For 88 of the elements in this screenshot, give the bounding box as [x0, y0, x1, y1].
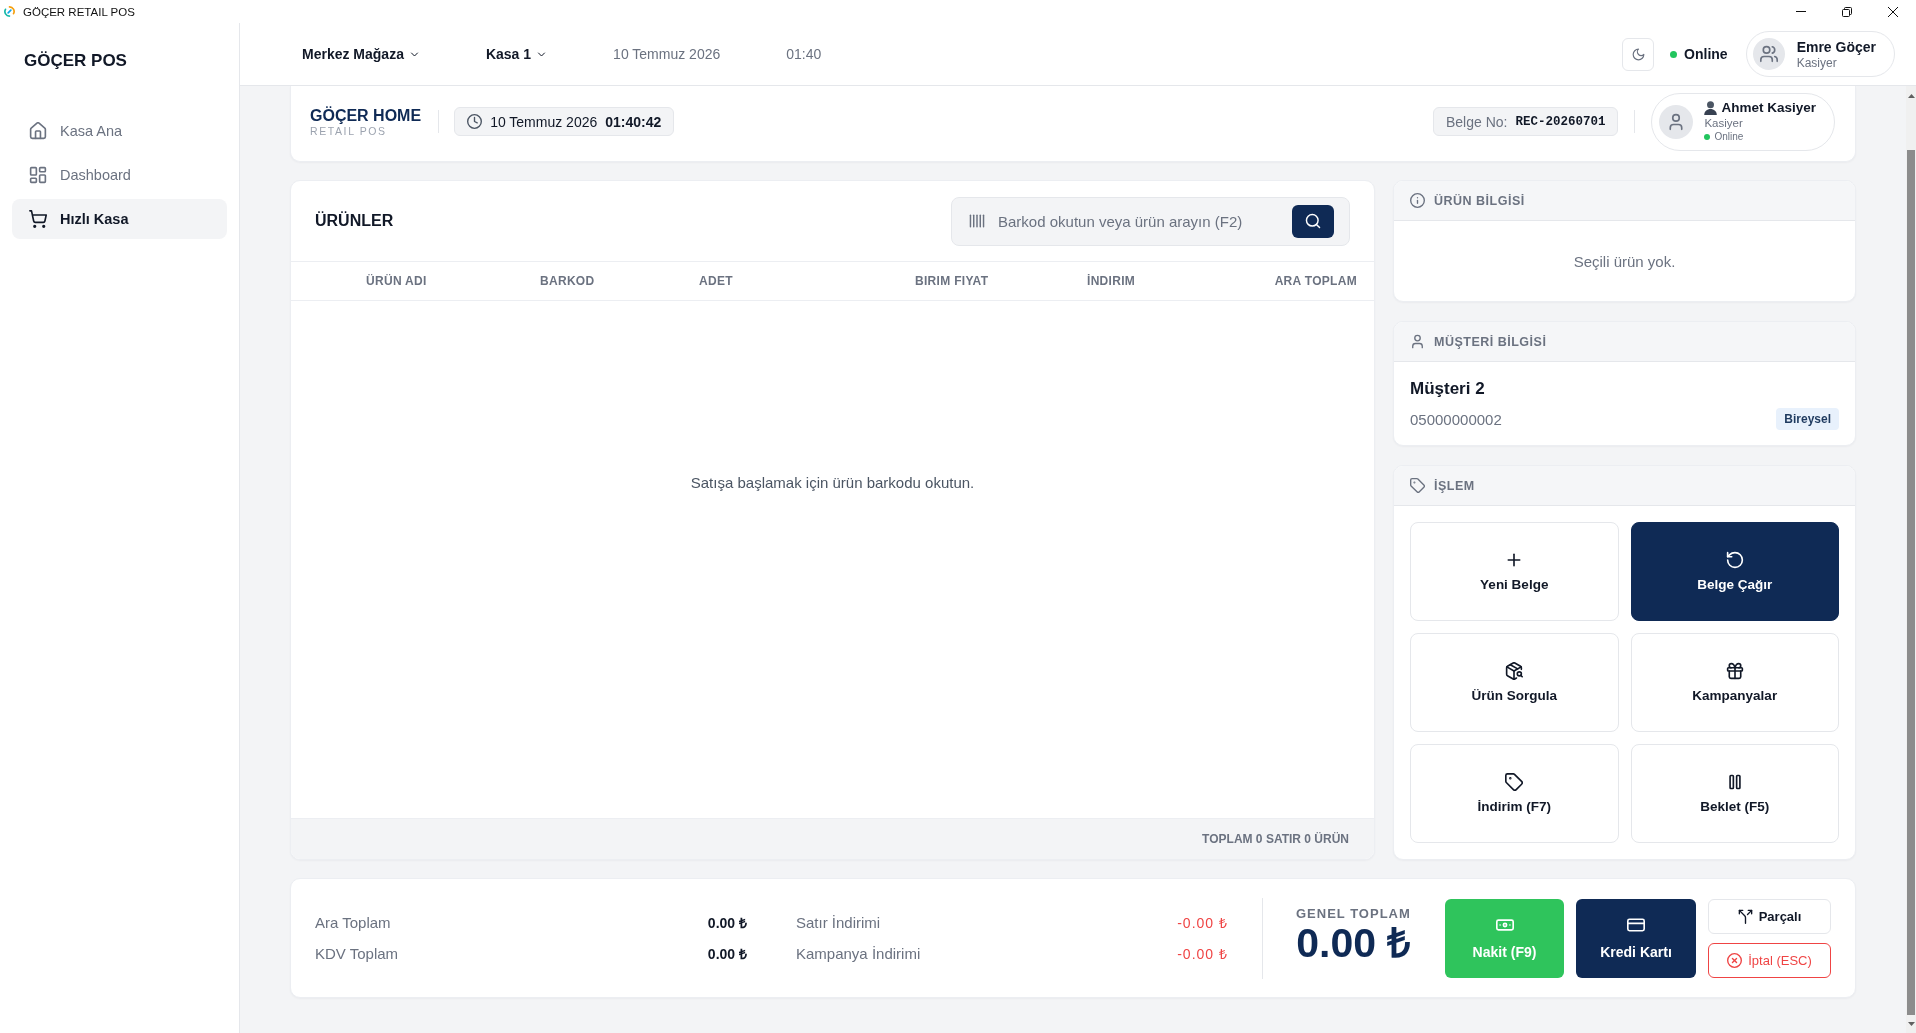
total-value: 0.00 ₺: [707, 914, 747, 932]
register-dropdown[interactable]: Kasa 1: [485, 46, 548, 62]
action-button[interactable]: Yeni Belge: [1410, 522, 1619, 621]
total-value: -0.00 ₺: [1177, 914, 1228, 932]
scroll-up-icon: [1907, 94, 1915, 98]
customer-phone: 05000000002: [1410, 410, 1502, 428]
header-date: 10 Temmuz 2026: [613, 46, 721, 62]
customer-name: Müşteri 2: [1410, 379, 1485, 399]
nav-item[interactable]: Hızlı Kasa: [12, 199, 227, 239]
cart-icon: [29, 210, 47, 228]
total-label: KDV Toplam: [315, 945, 399, 962]
search-box[interactable]: Barkod okutun veya ürün arayın (F2): [951, 196, 1350, 246]
total-label: Satır İndirimi: [796, 914, 881, 931]
x-circle-icon: [1727, 952, 1743, 968]
document-number: REC-20260701: [1515, 114, 1606, 129]
clock-icon: [467, 114, 483, 129]
nav-item[interactable]: Dashboard: [12, 155, 227, 195]
store-subtitle: RETAIL POS: [310, 124, 388, 138]
dashboard-icon: [29, 166, 47, 184]
store-name: GÖÇER HOME: [310, 105, 422, 125]
window-title: GÖÇER RETAIL POS: [23, 5, 135, 18]
grand-total-value: 0.00 ₺: [1296, 922, 1411, 964]
column-header: ADET: [699, 274, 733, 288]
app-logo-icon: [4, 6, 15, 17]
home-icon: [29, 122, 47, 140]
panel-title: ÜRÜN BİLGİSİ: [1434, 193, 1525, 208]
action-button[interactable]: İndirim (F7): [1410, 744, 1619, 843]
users-avatar-icon: [1752, 38, 1785, 70]
column-header: İNDIRIM: [1087, 274, 1136, 288]
restore-icon: [1842, 6, 1852, 17]
theme-toggle-button[interactable]: [1622, 37, 1655, 71]
credit-card-icon: [1627, 916, 1645, 934]
scrollbar-thumb[interactable]: [1907, 150, 1915, 1015]
total-label: Kampanya İndirimi: [796, 945, 921, 962]
receipt-time: 01:40:42: [605, 113, 662, 130]
total-label: Ara Toplam: [315, 914, 391, 931]
minimize-icon: [1796, 11, 1806, 12]
package-search-icon: [1505, 662, 1524, 680]
split-payment-button[interactable]: Parçalı: [1708, 898, 1831, 934]
document-label: Belge No:: [1445, 113, 1508, 130]
nav-item[interactable]: Kasa Ana: [12, 111, 227, 151]
panel-title: MÜŞTERİ BİLGİSİ: [1434, 334, 1547, 349]
cashier-name: Ahmet Kasiyer: [1721, 100, 1816, 116]
action-button[interactable]: Kampanyalar: [1630, 633, 1839, 732]
column-header: ARA TOPLAM: [1274, 274, 1357, 288]
split-arrows-icon: [1737, 908, 1753, 924]
search-button[interactable]: [1292, 204, 1334, 238]
connection-status: Online: [1684, 46, 1728, 62]
store-dropdown[interactable]: Merkez Mağaza: [302, 46, 420, 62]
banknote-icon: [1495, 916, 1514, 934]
header-time: 01:40: [786, 46, 822, 62]
total-value: -0.00 ₺: [1177, 945, 1228, 963]
panel-title: İŞLEM: [1434, 478, 1475, 493]
customer-type-tag: Bireysel: [1776, 408, 1839, 430]
action-button[interactable]: Ürün Sorgula: [1410, 633, 1619, 732]
user-avatar-icon: [1659, 104, 1694, 139]
brand-title: GÖÇER POS: [24, 50, 127, 72]
close-icon: [1888, 6, 1898, 17]
search-input[interactable]: Barkod okutun veya ürün arayın (F2): [998, 197, 1284, 245]
gift-icon: [1725, 662, 1744, 680]
grand-total-label: GENEL TOPLAM: [1296, 906, 1411, 921]
card-payment-button[interactable]: Kredi Kartı: [1576, 898, 1696, 978]
receipt-date: 10 Temmuz 2026: [490, 113, 598, 130]
user-icon: [1410, 334, 1425, 349]
cashier-role: Kasiyer: [1704, 116, 1744, 130]
panel-title: ÜRÜNLER: [315, 212, 394, 230]
person-silhouette-icon: [1704, 101, 1718, 115]
counterclockwise-arrow-icon: [1725, 551, 1744, 569]
moon-icon: [1631, 47, 1645, 61]
total-value: 0.00 ₺: [707, 945, 747, 963]
cancel-button[interactable]: İptal (ESC): [1708, 942, 1831, 978]
column-header: BIRIM FIYAT: [915, 274, 989, 288]
info-icon: [1410, 193, 1425, 208]
action-button[interactable]: Beklet (F5): [1630, 744, 1839, 843]
tag-icon: [1410, 478, 1425, 493]
scroll-down-icon: [1907, 1022, 1915, 1026]
barcode-icon: [969, 213, 985, 229]
scrollbar[interactable]: [1906, 86, 1916, 1033]
row-count-text: TOPLAM 0 SATIR 0 ÜRÜN: [1202, 832, 1349, 846]
cashier-status: Online: [1714, 130, 1744, 143]
column-header: BARKOD: [540, 274, 595, 288]
empty-state-text: Seçili ürün yok.: [1573, 252, 1676, 270]
search-icon: [1305, 213, 1321, 229]
column-header: ÜRÜN ADI: [366, 274, 427, 288]
action-button[interactable]: Belge Çağır: [1630, 522, 1839, 621]
user-menu-button[interactable]: Emre Göçer Kasiyer: [1745, 31, 1895, 77]
empty-state-text: Satışa başlamak için ürün barkodu okutun.: [690, 473, 975, 493]
tag-icon: [1505, 773, 1524, 791]
